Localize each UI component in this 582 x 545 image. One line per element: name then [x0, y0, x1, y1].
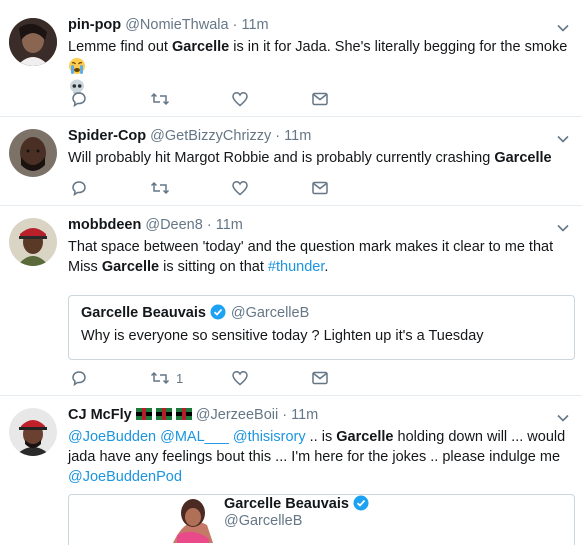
timestamp[interactable]: 11m: [291, 407, 318, 423]
tweet[interactable]: pin-pop @NomieThwala · 11m Lemme find ou…: [0, 0, 582, 117]
mention-link[interactable]: @MAL___: [160, 429, 229, 445]
like-button[interactable]: [231, 90, 249, 108]
tweet-header: pin-pop @NomieThwala · 11m: [68, 17, 269, 33]
reply-button[interactable]: [70, 179, 88, 197]
highlight-term: Garcelle: [494, 150, 552, 166]
tweet-text-part: is in it for Jada. She's literally beggi…: [229, 39, 568, 55]
tweet-header: Spider-Cop @GetBizzyChrizzy · 11m: [68, 128, 311, 144]
highlight-term: Garcelle: [101, 259, 160, 275]
chevron-down-icon[interactable]: [556, 21, 570, 35]
timestamp[interactable]: 11m: [216, 217, 243, 233]
tweet-text: Will probably hit Margot Robbie and is p…: [68, 148, 568, 168]
reply-icon: [72, 181, 86, 197]
tweet[interactable]: Spider-Cop @GetBizzyChrizzy · 11m Will p…: [0, 117, 582, 206]
heart-icon: [232, 371, 248, 386]
reply-button[interactable]: [70, 369, 88, 387]
separator: ·: [232, 17, 238, 33]
tweet-text-part: Lemme find out: [68, 39, 172, 55]
flag-emoji-icon: [155, 408, 172, 420]
highlight-term: Garcelle: [336, 429, 394, 445]
avatar[interactable]: [9, 18, 57, 66]
avatar[interactable]: [9, 218, 57, 266]
tweet-text-part: Will probably hit Margot Robbie and is p…: [68, 150, 495, 166]
retweet-icon: [150, 181, 170, 195]
crying-face-emoji-icon: [69, 58, 85, 74]
tweet-actions: [68, 179, 338, 199]
username[interactable]: @NomieThwala: [125, 17, 228, 33]
separator: ·: [282, 407, 288, 423]
verified-badge-icon: [210, 304, 226, 320]
quoted-display-name: Garcelle Beauvais: [224, 496, 349, 512]
tweet-text: That space between 'today' and the quest…: [68, 237, 568, 277]
chevron-down-icon[interactable]: [556, 411, 570, 425]
display-name[interactable]: Spider-Cop: [68, 128, 146, 144]
tweet-actions: 1: [68, 369, 338, 389]
display-name[interactable]: mobbdeen: [68, 217, 141, 233]
separator: ·: [206, 217, 212, 233]
retweet-count: 1: [176, 370, 184, 386]
direct-message-button[interactable]: [311, 369, 329, 387]
flag-emoji-icon: [135, 408, 152, 420]
quoted-tweet[interactable]: Garcelle Beauvais @GarcelleB Why is ever…: [68, 295, 575, 360]
direct-message-button[interactable]: [311, 179, 329, 197]
separator: ·: [275, 128, 281, 144]
quoted-tweet-header: Garcelle Beauvais: [224, 495, 369, 513]
retweet-icon: [150, 371, 170, 385]
display-name[interactable]: pin-pop: [68, 17, 121, 33]
tweet-actions: [68, 90, 338, 110]
reply-button[interactable]: [70, 90, 88, 108]
envelope-icon: [312, 181, 328, 195]
chevron-down-icon[interactable]: [556, 132, 570, 146]
avatar[interactable]: [9, 408, 57, 456]
direct-message-button[interactable]: [311, 90, 329, 108]
tweet-text-part: .: [324, 259, 329, 275]
mention-link[interactable]: @thisisrory: [233, 429, 306, 445]
username[interactable]: @GetBizzyChrizzy: [150, 128, 271, 144]
retweet-icon: [150, 92, 170, 106]
tweet-text: @JoeBudden @MAL___ @thisisrory .. is Gar…: [68, 427, 568, 487]
chevron-down-icon[interactable]: [556, 221, 570, 235]
quoted-username: @GarcelleB: [230, 305, 310, 321]
username[interactable]: @JerzeeBoii: [196, 407, 278, 423]
like-button[interactable]: [231, 369, 249, 387]
hashtag-link[interactable]: #thunder: [268, 259, 324, 275]
reply-icon: [72, 92, 86, 108]
retweet-button[interactable]: 1: [150, 369, 183, 387]
quoted-display-name: Garcelle Beauvais: [81, 305, 206, 321]
reply-icon: [72, 371, 86, 387]
tweet-text-part: .. is: [305, 429, 337, 445]
verified-badge-icon: [353, 495, 369, 511]
heart-icon: [232, 181, 248, 196]
tweet[interactable]: CJ McFly @JerzeeBoii · 11m @JoeBudden @M…: [0, 396, 582, 545]
flag-emoji-icon: [175, 408, 192, 420]
highlight-term: Garcelle: [171, 39, 230, 55]
tweet[interactable]: mobbdeen @Deen8 · 11m That space between…: [0, 206, 582, 396]
quoted-tweet[interactable]: Garcelle Beauvais @GarcelleB: [68, 494, 575, 545]
envelope-icon: [312, 371, 328, 385]
username[interactable]: @Deen8: [145, 217, 202, 233]
timestamp[interactable]: 11m: [284, 128, 311, 144]
like-button[interactable]: [231, 179, 249, 197]
retweet-button[interactable]: [150, 179, 170, 197]
quoted-username: @GarcelleB: [224, 513, 303, 529]
retweet-button[interactable]: [150, 90, 170, 108]
heart-icon: [232, 92, 248, 107]
display-name[interactable]: CJ McFly: [68, 407, 132, 423]
timestamp[interactable]: 11m: [241, 17, 268, 33]
mention-link[interactable]: @JoeBudden: [68, 429, 156, 445]
quoted-tweet-text: Why is everyone so sensitive today ? Lig…: [81, 328, 484, 344]
quoted-tweet-header: Garcelle Beauvais @GarcelleB: [81, 304, 309, 322]
tweet-text-part: is sitting on that: [159, 259, 268, 275]
quoted-tweet-image: [167, 495, 213, 543]
tweet-header: mobbdeen @Deen8 · 11m: [68, 217, 243, 233]
avatar[interactable]: [9, 129, 57, 177]
tweet-header: CJ McFly @JerzeeBoii · 11m: [68, 407, 318, 423]
envelope-icon: [312, 92, 328, 106]
mention-link[interactable]: @JoeBuddenPod: [68, 469, 182, 485]
